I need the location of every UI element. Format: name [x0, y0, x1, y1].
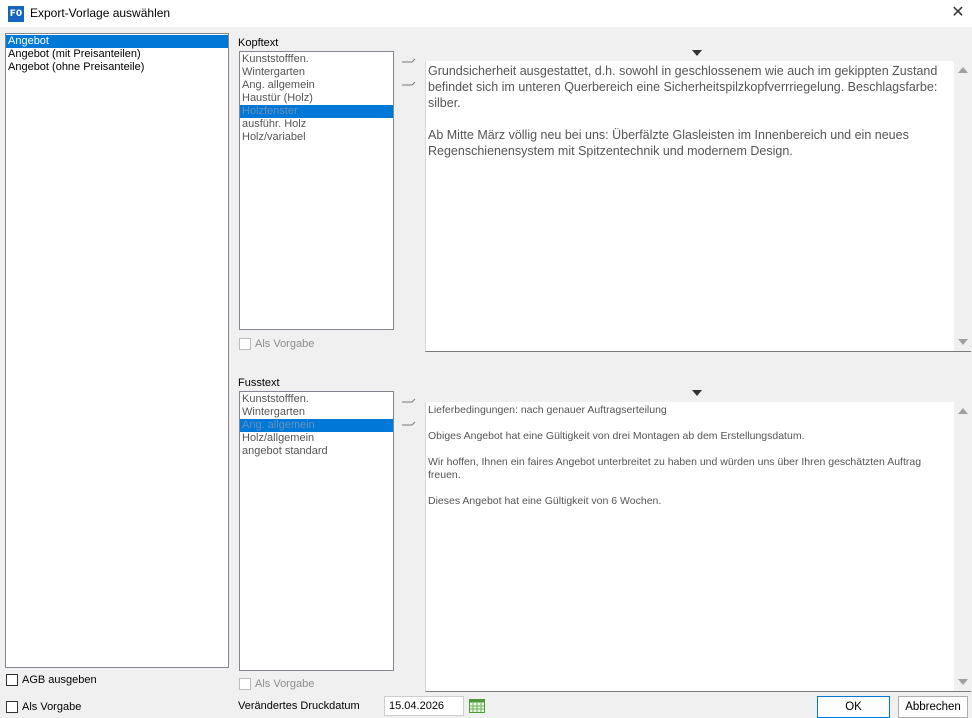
fusstext-list[interactable]: Kunststofffen. Wintergarten Ang. allgemein…: [239, 391, 394, 671]
kopftext-vorgabe-row: Als Vorgabe: [239, 338, 314, 350]
als-vorgabe-label: Als Vorgabe: [22, 701, 82, 713]
list-item[interactable]: Holz/variabel: [240, 131, 393, 144]
list-item[interactable]: Angebot (mit Preisanteilen): [6, 48, 228, 61]
insert-arrow-icon[interactable]: [401, 81, 417, 87]
als-vorgabe-checkbox[interactable]: [6, 701, 18, 713]
kopftext-editor[interactable]: Grundsicherheit ausgestattet, d.h. sowoh…: [425, 61, 971, 352]
insert-arrow-icon[interactable]: [401, 421, 417, 427]
list-item[interactable]: Wintergarten: [240, 66, 393, 79]
kopftext-list[interactable]: Kunststofffen. Wintergarten Ang. allgemein…: [239, 51, 394, 330]
fusstext-vorgabe-checkbox[interactable]: [239, 678, 251, 690]
kopftext-vorgabe-checkbox[interactable]: [239, 338, 251, 350]
fusstext-editor[interactable]: Lieferbedingungen: nach genauer Auftrags…: [425, 402, 971, 692]
list-item[interactable]: Ang. allgemein: [240, 79, 393, 92]
kopftext-scrollbar[interactable]: [954, 61, 971, 351]
druckdatum-label: Verändertes Druckdatum: [238, 700, 360, 712]
insert-arrow-icon[interactable]: [401, 398, 417, 404]
list-item[interactable]: Haustür (Holz): [240, 92, 393, 105]
agb-checkbox-row[interactable]: AGB ausgeben: [6, 674, 97, 686]
insert-arrow-icon[interactable]: [401, 58, 417, 64]
list-item[interactable]: Angebot (ohne Preisanteile): [6, 61, 228, 74]
ok-button[interactable]: OK: [817, 696, 890, 718]
kopftext-content[interactable]: Grundsicherheit ausgestattet, d.h. sowoh…: [426, 61, 971, 159]
kopftext-label: Kopftext: [238, 37, 279, 49]
list-item[interactable]: ausführ. Holz: [240, 118, 393, 131]
list-item[interactable]: Kunststofffen.: [240, 53, 393, 66]
template-list[interactable]: Angebot Angebot (mit Preisanteilen) Angebo…: [5, 33, 229, 668]
list-item[interactable]: Ang. allgemein: [240, 419, 393, 432]
fusstext-scrollbar[interactable]: [954, 402, 971, 691]
agb-checkbox-label: AGB ausgeben: [22, 674, 97, 686]
calendar-icon[interactable]: [469, 699, 485, 713]
chevron-down-icon[interactable]: [692, 50, 702, 56]
list-item[interactable]: Kunststofffen.: [240, 393, 393, 406]
app-icon: F0: [8, 6, 24, 22]
cancel-button[interactable]: Abbrechen: [898, 696, 968, 718]
scroll-up-icon[interactable]: [958, 67, 968, 73]
close-icon[interactable]: ✕: [946, 2, 970, 24]
list-item[interactable]: Holz/allgemein: [240, 432, 393, 445]
kopftext-vorgabe-label: Als Vorgabe: [255, 338, 315, 350]
fusstext-label: Fusstext: [238, 377, 280, 389]
list-item[interactable]: Angebot: [6, 35, 228, 48]
druckdatum-input[interactable]: 15.04.2026: [384, 696, 464, 716]
agb-checkbox[interactable]: [6, 674, 18, 686]
fusstext-content[interactable]: Lieferbedingungen: nach genauer Auftrags…: [426, 402, 971, 508]
scroll-down-icon[interactable]: [958, 339, 968, 345]
fusstext-vorgabe-label: Als Vorgabe: [255, 678, 315, 690]
scroll-up-icon[interactable]: [958, 408, 968, 414]
als-vorgabe-checkbox-row[interactable]: Als Vorgabe: [6, 701, 81, 713]
chevron-down-icon[interactable]: [692, 390, 702, 396]
list-item[interactable]: Holzfenster: [240, 105, 393, 118]
scroll-down-icon[interactable]: [958, 679, 968, 685]
fusstext-vorgabe-row: Als Vorgabe: [239, 678, 314, 690]
list-item[interactable]: Wintergarten: [240, 406, 393, 419]
window-title: Export-Vorlage auswählen: [30, 6, 171, 20]
list-item[interactable]: angebot standard: [240, 445, 393, 458]
